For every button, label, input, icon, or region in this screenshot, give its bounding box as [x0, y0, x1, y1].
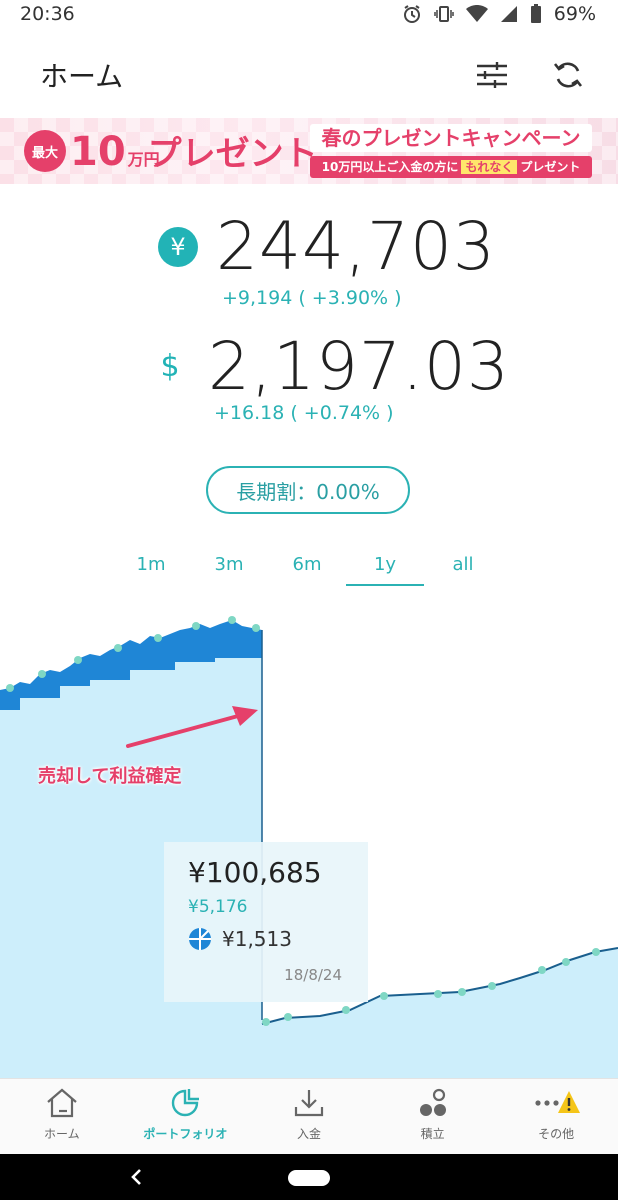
banner-badge: 最大 [24, 130, 66, 172]
battery-icon [530, 4, 542, 24]
nav-portfolio[interactable]: ポートフォリオ [124, 1079, 248, 1155]
banner-sub-prefix: 10万円以上ご入金の方に [321, 160, 459, 174]
dividend-dot [262, 1018, 270, 1026]
campaign-banner[interactable]: 最大 10 万円 プレゼント 春のプレゼントキャンペーン 10万円以上ご入金の方… [0, 118, 618, 184]
dividend-dot [592, 948, 600, 956]
dividend-dot [154, 634, 162, 642]
battery-percent: 69% [553, 3, 596, 25]
banner-campaign-title: 春のプレゼントキャンペーン [310, 124, 592, 152]
nav-savings-label: 積立 [420, 1127, 445, 1141]
home-icon [47, 1088, 77, 1118]
dividend-dot [434, 990, 442, 998]
dividend-dot [252, 624, 260, 632]
nav-portfolio-label: ポートフォリオ [143, 1127, 228, 1141]
dollar-icon: $ [160, 349, 180, 384]
status-icons: 69% [402, 3, 596, 25]
banner-sub-suffix: プレゼント [520, 160, 581, 174]
nav-home[interactable]: ホーム [0, 1079, 124, 1155]
tab-6m[interactable]: 6m [268, 546, 346, 586]
nav-more-label: その他 [538, 1127, 575, 1141]
bottom-navigation: ホーム ポートフォリオ 入金 積立 その他 [0, 1078, 618, 1155]
banner-campaign-box: 春のプレゼントキャンペーン 10万円以上ご入金の方に もれなく プレゼント [310, 124, 592, 178]
sliders-icon[interactable] [472, 55, 512, 95]
dividend-dot [192, 622, 200, 630]
dividend-dot [114, 644, 122, 652]
nav-savings[interactable]: 積立 [371, 1079, 495, 1155]
nav-more[interactable]: その他 [494, 1079, 618, 1155]
banner-amount: 10 [70, 129, 126, 175]
tab-all[interactable]: all [424, 546, 502, 586]
banner-headline-text: プレゼント [147, 134, 318, 174]
signal-icon [500, 5, 518, 23]
banner-sub-highlight: もれなく [461, 160, 518, 174]
dividend-dot [342, 1006, 350, 1014]
banner-subtext: 10万円以上ご入金の方に もれなく プレゼント [310, 156, 592, 178]
app-bar-actions [472, 55, 588, 95]
dividend-dot [538, 966, 546, 974]
dividend-dot [284, 1013, 292, 1021]
banner-headline: 10 万円 プレゼント [70, 126, 318, 176]
app-bar: ホーム [0, 40, 618, 110]
usd-balance-value: 2,197.03 [208, 328, 510, 405]
long-term-discount-button[interactable]: 長期割：0.00% [206, 466, 410, 514]
tab-3m[interactable]: 3m [190, 546, 268, 586]
tooltip-dividend-row: ¥1,513 [188, 927, 368, 951]
portfolio-icon [172, 1089, 200, 1117]
tooltip-gain: ¥5,176 [188, 897, 248, 917]
yen-icon: ¥ [158, 226, 198, 267]
vibrate-icon [434, 4, 454, 24]
dividend-dot [228, 616, 236, 624]
tooltip-dividend: ¥1,513 [222, 927, 292, 951]
chart-tooltip: ¥100,685 ¥5,176 ¥1,513 18/8/24 [164, 842, 368, 1002]
tooltip-value: ¥100,685 [188, 856, 322, 889]
tooltip-date: 18/8/24 [284, 966, 342, 984]
dividend-dot [562, 958, 570, 966]
chart-annotation: 売却して利益確定 [38, 766, 182, 787]
jpy-change: +9,194 ( +3.90% ) [222, 287, 402, 309]
jpy-balance-value: 244,703 [216, 208, 496, 285]
usd-balance: $ 2,197.03 [150, 328, 510, 405]
back-icon[interactable] [126, 1166, 148, 1188]
system-navigation-bar [0, 1154, 618, 1200]
dividend-dot [74, 656, 82, 664]
portfolio-chart[interactable] [0, 600, 618, 1078]
page-title: ホーム [40, 60, 124, 93]
dividend-dot [38, 670, 46, 678]
wifi-icon [465, 5, 488, 23]
tab-1m[interactable]: 1m [112, 546, 190, 586]
nav-home-label: ホーム [43, 1127, 80, 1141]
banner-unit: 万円 [127, 150, 160, 169]
deposit-icon [294, 1090, 324, 1117]
status-bar: 20:36 69% [0, 0, 618, 28]
nav-deposit[interactable]: 入金 [247, 1079, 371, 1155]
status-time: 20:36 [20, 3, 75, 25]
tab-1y[interactable]: 1y [346, 546, 424, 586]
dividend-dot [488, 982, 496, 990]
dividend-dot [458, 988, 466, 996]
dividend-icon [189, 928, 211, 950]
usd-change: +16.18 ( +0.74% ) [214, 402, 394, 424]
dividend-dot [380, 992, 388, 1000]
jpy-balance: ¥ 244,703 [158, 208, 496, 285]
home-pill[interactable] [288, 1170, 330, 1186]
dividend-dot [6, 684, 14, 692]
nav-deposit-label: 入金 [296, 1127, 321, 1141]
range-tabs: 1m 3m 6m 1y all [112, 546, 502, 586]
more-icon [535, 1091, 581, 1113]
alarm-icon [402, 4, 422, 24]
refresh-icon[interactable] [548, 55, 588, 95]
savings-icon [419, 1088, 446, 1116]
